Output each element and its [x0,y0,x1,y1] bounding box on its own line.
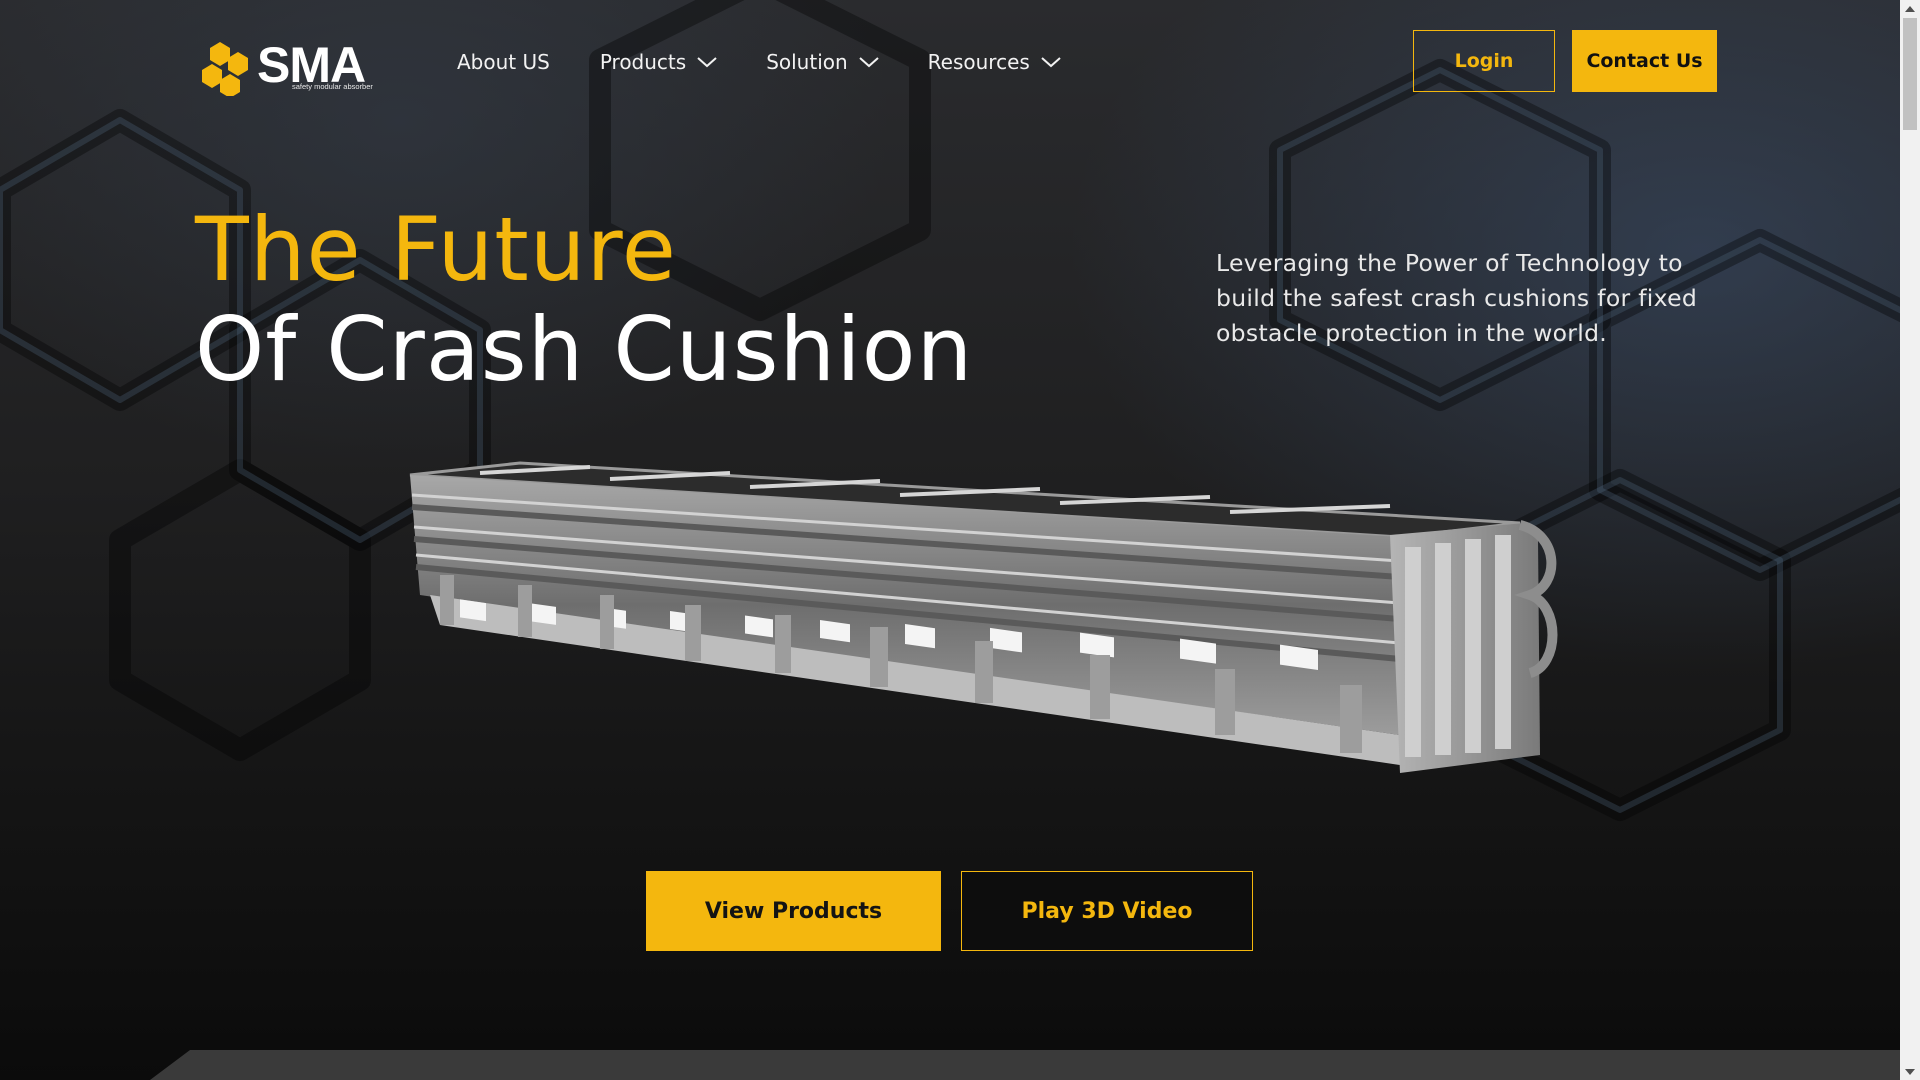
nav-item-label: Resources [927,50,1030,74]
scroll-down-arrow-icon[interactable] [1900,1063,1920,1080]
honeycomb-logo-icon [202,42,248,96]
nav-item-label: Solution [766,50,848,74]
next-section-edge [150,1050,1900,1080]
hero-title-line-1: The Future [195,198,677,301]
main-nav: About US Products Solution Resources [457,46,1062,78]
login-button[interactable]: Login [1413,30,1555,92]
scrollbar-thumb[interactable] [1903,18,1917,130]
nav-item-label: About US [457,50,550,74]
view-products-button[interactable]: View Products [646,871,941,951]
nav-item-about-us[interactable]: About US [457,50,550,74]
chevron-down-icon [1041,57,1061,68]
chevron-down-icon [697,57,717,68]
chevron-down-icon [859,57,879,68]
hero-title-line-2: Of Crash Cushion [195,298,974,401]
hero-description: Leveraging the Power of Technology to bu… [1216,249,1698,347]
crash-cushion-product-image [409,461,1558,773]
scroll-up-arrow-icon[interactable] [1900,0,1920,17]
vertical-scrollbar[interactable] [1900,0,1920,1080]
nav-item-label: Products [599,50,687,74]
brand-tagline: safety modular absorber [292,82,373,91]
play-3d-video-button[interactable]: Play 3D Video [961,871,1253,951]
nav-item-products[interactable]: Products [600,50,718,74]
page-viewport: SMA safety modular absorber About US Pro… [0,0,1900,1080]
contact-us-button[interactable]: Contact Us [1572,30,1717,92]
nav-item-solution[interactable]: Solution [766,50,879,74]
brand-logo[interactable]: SMA safety modular absorber [200,36,385,96]
nav-item-resources[interactable]: Resources [928,50,1062,74]
